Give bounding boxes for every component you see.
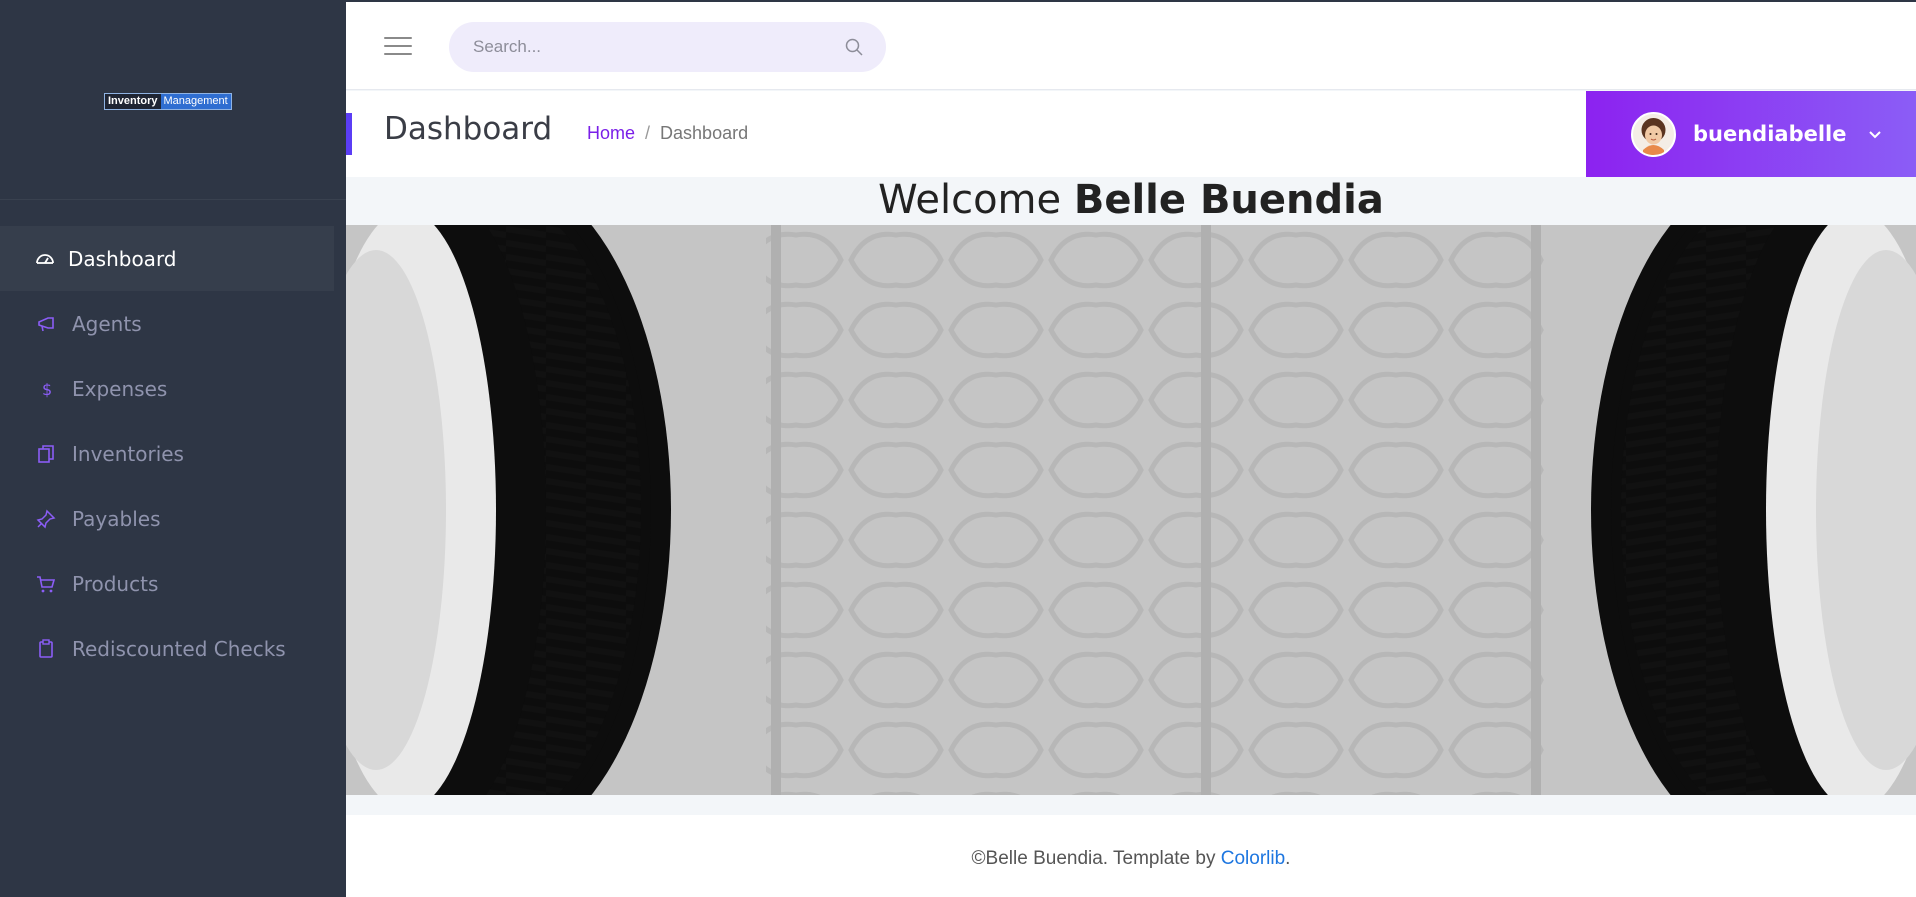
footer: ©Belle Buendia. Template by Colorlib. xyxy=(346,815,1916,897)
footer-colorlib-link[interactable]: Colorlib xyxy=(1221,848,1285,869)
footer-spacer xyxy=(346,795,1916,815)
sidebar-item-label: Expenses xyxy=(72,376,168,401)
sidebar: Inventory Management Dashboard Agents $ … xyxy=(0,0,346,897)
cart-icon xyxy=(36,574,56,594)
search-icon[interactable] xyxy=(844,37,864,57)
header-accent-bar xyxy=(346,113,352,155)
tire-tracks-illustration xyxy=(346,225,1916,795)
svg-text:$: $ xyxy=(42,380,52,399)
pin-icon xyxy=(36,509,56,529)
sidebar-item-label: Rediscounted Checks xyxy=(72,636,286,661)
logo-text-management: Management xyxy=(160,94,231,109)
clipboard-icon xyxy=(36,638,56,659)
page-title: Dashboard xyxy=(384,111,553,147)
sidebar-item-products[interactable]: Products xyxy=(0,551,334,616)
welcome-name: Belle Buendia xyxy=(1073,177,1384,223)
megaphone-icon xyxy=(36,314,56,334)
sidebar-item-dashboard[interactable]: Dashboard xyxy=(0,226,334,291)
sidebar-item-label: Inventories xyxy=(72,441,184,466)
sidebar-item-label: Agents xyxy=(72,311,142,336)
sidebar-item-inventories[interactable]: Inventories xyxy=(0,421,334,486)
breadcrumb: Home / Dashboard xyxy=(587,123,748,144)
breadcrumb-separator: / xyxy=(645,123,651,143)
sidebar-item-label: Payables xyxy=(72,506,161,531)
sidebar-item-label: Dashboard xyxy=(68,246,177,271)
user-menu[interactable]: buendiabelle xyxy=(1586,91,1916,177)
avatar xyxy=(1631,111,1676,157)
welcome-heading: Welcome Belle Buendia xyxy=(346,176,1916,224)
page-header: Dashboard Home / Dashboard buendiabelle xyxy=(346,91,1916,177)
logo[interactable]: Inventory Management xyxy=(104,93,232,110)
sidebar-item-label: Products xyxy=(72,571,159,596)
sidebar-item-agents[interactable]: Agents xyxy=(0,291,334,356)
footer-suffix: . xyxy=(1285,848,1291,869)
sidebar-item-payables[interactable]: Payables xyxy=(0,486,334,551)
sidebar-item-expenses[interactable]: $ Expenses xyxy=(0,356,334,421)
breadcrumb-current: Dashboard xyxy=(660,123,749,143)
dashboard-icon xyxy=(35,249,55,269)
search-box xyxy=(449,22,886,72)
menu-toggle-icon[interactable] xyxy=(384,37,412,57)
dollar-icon: $ xyxy=(36,379,56,399)
topbar xyxy=(346,0,1916,90)
sidebar-item-rediscounted-checks[interactable]: Rediscounted Checks xyxy=(0,616,334,681)
dashboard-banner-image xyxy=(346,225,1916,795)
username: buendiabelle xyxy=(1693,122,1847,146)
breadcrumb-home-link[interactable]: Home xyxy=(587,123,635,144)
sidebar-nav: Dashboard Agents $ Expenses Inventories … xyxy=(0,226,334,681)
chevron-down-icon xyxy=(1867,126,1883,142)
welcome-prefix: Welcome xyxy=(878,177,1062,223)
logo-text-inventory: Inventory xyxy=(105,94,161,109)
logo-area: Inventory Management xyxy=(0,0,346,200)
footer-text: ©Belle Buendia. Template by xyxy=(971,848,1216,869)
search-input[interactable] xyxy=(449,22,809,72)
documents-icon xyxy=(36,444,56,464)
